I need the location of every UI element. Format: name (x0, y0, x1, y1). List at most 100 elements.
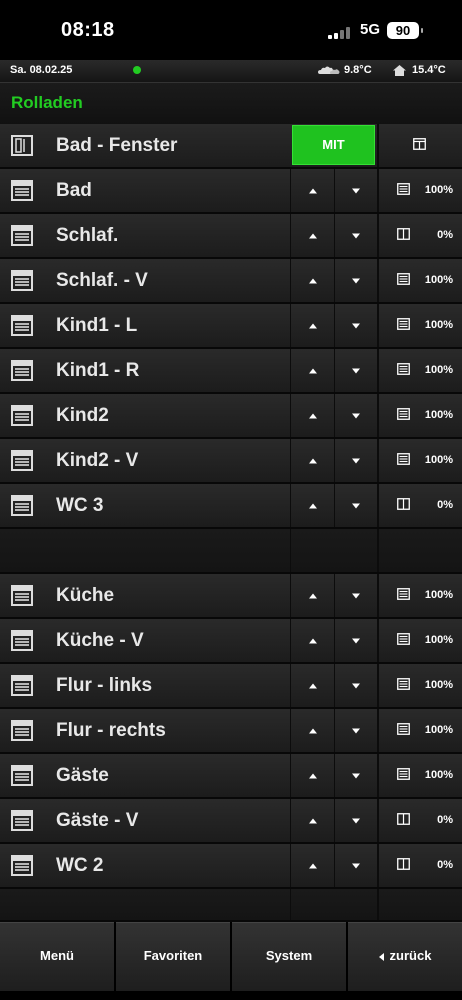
shutter-row[interactable]: WC 2 0% (0, 844, 462, 889)
row-label: Gäste - V (56, 810, 139, 831)
shutter-state-cell[interactable]: 0% (377, 799, 462, 842)
shutter-row[interactable]: Gäste - V 0% (0, 799, 462, 844)
shutter-down-button[interactable] (334, 484, 377, 527)
shutter-up-button[interactable] (290, 484, 335, 527)
menu-button[interactable]: Menü (0, 922, 114, 991)
favorites-button[interactable]: Favoriten (116, 922, 230, 991)
shutter-down-button[interactable] (334, 664, 377, 707)
system-button[interactable]: System (232, 922, 346, 991)
shutter-up-button[interactable] (290, 754, 335, 797)
arrow-down-icon (352, 503, 360, 508)
shutter-icon (11, 360, 33, 381)
shutter-row[interactable]: Flur - rechts 100% (0, 709, 462, 754)
shutter-state-cell[interactable]: 100% (377, 574, 462, 617)
shutter-closed-icon (397, 678, 410, 690)
shutter-down-button[interactable] (334, 394, 377, 437)
shutter-icon (11, 495, 33, 516)
shutter-up-button[interactable] (290, 799, 335, 842)
shutter-state-cell[interactable]: 0% (377, 844, 462, 887)
shutter-up-button[interactable] (290, 619, 335, 662)
shutter-state-cell[interactable]: 100% (377, 169, 462, 212)
shutter-state-cell[interactable]: 0% (377, 214, 462, 257)
shutter-percent: 0% (437, 499, 453, 511)
shutter-row[interactable]: Schlaf. 0% (0, 214, 462, 259)
arrow-up-icon (309, 413, 317, 418)
shutter-down-button[interactable] (334, 169, 377, 212)
shutter-icon (11, 630, 33, 651)
connection-status-dot (133, 66, 141, 74)
shutter-state-cell[interactable]: 100% (377, 259, 462, 302)
shutter-up-button[interactable] (290, 574, 335, 617)
shutter-up-button[interactable] (290, 844, 335, 887)
row-label: Kind1 - L (56, 315, 138, 336)
arrow-up-icon (309, 593, 317, 598)
shutter-down-button[interactable] (334, 304, 377, 347)
arrow-up-icon (309, 863, 317, 868)
shutter-up-button[interactable] (290, 169, 335, 212)
shutter-row[interactable]: Küche - V 100% (0, 619, 462, 664)
shutter-up-button[interactable] (290, 664, 335, 707)
shutter-up-button[interactable] (290, 709, 335, 752)
shutter-state-cell[interactable]: 100% (377, 349, 462, 392)
shutter-up-button[interactable] (290, 214, 335, 257)
battery-icon: 90 (387, 22, 423, 39)
shutter-closed-icon (397, 768, 410, 780)
shutter-state-cell[interactable]: 100% (377, 439, 462, 482)
shutter-down-button[interactable] (334, 844, 377, 887)
shutter-closed-icon (397, 408, 410, 420)
row-label: Küche - V (56, 630, 144, 651)
shutter-up-button[interactable] (290, 304, 335, 347)
shutter-down-button[interactable] (334, 259, 377, 302)
shutter-up-button[interactable] (290, 349, 335, 392)
shutter-percent: 100% (424, 319, 453, 331)
arrow-down-icon (352, 863, 360, 868)
arrow-up-icon (309, 368, 317, 373)
shutter-up-button[interactable] (290, 259, 335, 302)
shutter-row[interactable]: Kind2 - V 100% (0, 439, 462, 484)
shutter-state-cell[interactable]: 100% (377, 304, 462, 347)
arrow-up-icon (309, 683, 317, 688)
shutter-state-cell[interactable]: 100% (377, 754, 462, 797)
shutter-down-button[interactable] (334, 619, 377, 662)
shutter-row-bad-fenster[interactable]: Bad - Fenster MIT (0, 124, 462, 169)
shutter-row[interactable]: Flur - links 100% (0, 664, 462, 709)
shutter-down-button[interactable] (334, 349, 377, 392)
shutter-closed-icon (397, 183, 410, 195)
mit-button[interactable]: MIT (292, 125, 375, 165)
arrow-up-icon (309, 773, 317, 778)
back-button[interactable]: zurück (348, 922, 462, 991)
shutter-state-cell[interactable]: 100% (377, 394, 462, 437)
empty-cell (377, 889, 462, 920)
arrow-down-icon (352, 728, 360, 733)
shutter-row[interactable]: Küche 100% (0, 574, 462, 619)
arrow-up-icon (309, 503, 317, 508)
shutter-row[interactable]: Kind1 - R 100% (0, 349, 462, 394)
shutter-state-cell[interactable]: 0% (377, 484, 462, 527)
shutter-down-button[interactable] (334, 754, 377, 797)
shutter-down-button[interactable] (334, 799, 377, 842)
shutter-state-cell[interactable]: 100% (377, 619, 462, 662)
back-label: zurück (389, 948, 432, 963)
shutter-icon (11, 855, 33, 876)
shutter-row[interactable]: WC 3 0% (0, 484, 462, 529)
cloud-icon (318, 66, 340, 75)
arrow-down-icon (352, 323, 360, 328)
arrow-up-icon (309, 458, 317, 463)
shutter-percent: 100% (424, 364, 453, 376)
shutter-row[interactable]: Kind1 - L 100% (0, 304, 462, 349)
shutter-down-button[interactable] (334, 439, 377, 482)
shutter-row[interactable]: Schlaf. - V 100% (0, 259, 462, 304)
shutter-up-button[interactable] (290, 439, 335, 482)
shutter-icon (11, 405, 33, 426)
shutter-row[interactable]: Gäste 100% (0, 754, 462, 799)
window-state-cell[interactable] (377, 124, 462, 167)
shutter-percent: 100% (424, 184, 453, 196)
shutter-up-button[interactable] (290, 394, 335, 437)
shutter-state-cell[interactable]: 100% (377, 709, 462, 752)
shutter-down-button[interactable] (334, 214, 377, 257)
shutter-row[interactable]: Kind2 100% (0, 394, 462, 439)
shutter-row[interactable]: Bad 100% (0, 169, 462, 214)
shutter-down-button[interactable] (334, 574, 377, 617)
shutter-down-button[interactable] (334, 709, 377, 752)
shutter-state-cell[interactable]: 100% (377, 664, 462, 707)
